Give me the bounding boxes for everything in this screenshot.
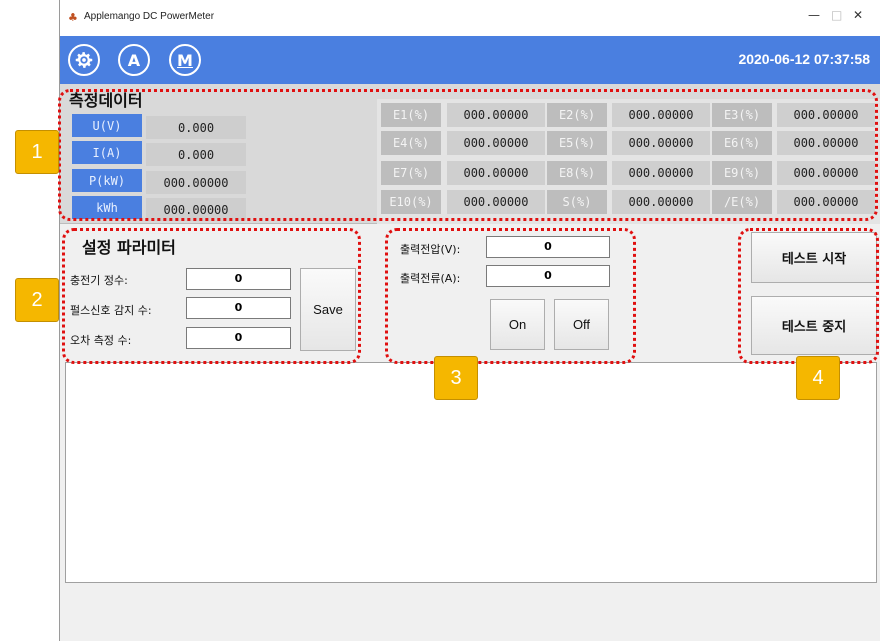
charger-constant-label: 충전기 정수: [70, 274, 128, 287]
annotation-badge-3: 3 [434, 356, 478, 400]
off-button[interactable]: Off [554, 299, 609, 350]
test-start-button[interactable]: 테스트 시작 [751, 232, 877, 283]
output-voltage-label: 출력전압(V): [400, 243, 461, 256]
error-label: E6(%) [712, 131, 772, 155]
error-value: 000.00000 [447, 190, 545, 214]
error-label: E10(%) [381, 190, 441, 214]
error-value: 000.00000 [612, 131, 710, 155]
error-value: 000.00000 [777, 103, 875, 127]
annotation-badge-2: 2 [15, 278, 59, 322]
toolbar: A M 2020-06-12 07:37:58 [60, 36, 880, 84]
measurement-panel: 측정데이터 U(V) 0.000 I(A) 0.000 P(kW) 000.00… [60, 84, 880, 224]
error-count-input[interactable]: 0 [186, 327, 291, 349]
error-label: E2(%) [547, 103, 607, 127]
window-title: Applemango DC PowerMeter [84, 11, 215, 22]
title-bar: ♣ Applemango DC PowerMeter — □ ✕ [60, 0, 880, 36]
error-label: /E(%) [712, 190, 772, 214]
datetime-display: 2020-06-12 07:37:58 [738, 51, 870, 67]
output-current-input[interactable]: 0 [486, 265, 610, 287]
error-value: 000.00000 [612, 103, 710, 127]
test-stop-button[interactable]: 테스트 중지 [751, 296, 877, 355]
current-label: I(A) [72, 141, 142, 164]
save-button[interactable]: Save [300, 268, 356, 351]
energy-label: kWh [72, 196, 142, 219]
gear-icon[interactable] [68, 44, 100, 76]
apple-icon: ♣ [68, 11, 78, 24]
error-value: 000.00000 [777, 190, 875, 214]
measurement-title: 측정데이터 [69, 91, 143, 110]
energy-value: 000.00000 [146, 198, 246, 221]
app-window: ♣ Applemango DC PowerMeter — □ ✕ A M 202… [59, 0, 880, 641]
manual-mode-icon[interactable]: M [169, 44, 201, 76]
error-value: 000.00000 [777, 161, 875, 185]
close-button[interactable]: ✕ [853, 8, 863, 22]
annotation-badge-1: 1 [15, 130, 59, 174]
error-label: E7(%) [381, 161, 441, 185]
error-value: 000.00000 [447, 131, 545, 155]
error-label: E5(%) [547, 131, 607, 155]
error-label: E4(%) [381, 131, 441, 155]
output-current-label: 출력전류(A): [400, 272, 461, 285]
voltage-label: U(V) [72, 114, 142, 137]
error-value: 000.00000 [612, 190, 710, 214]
error-label: E9(%) [712, 161, 772, 185]
pulse-count-input[interactable]: 0 [186, 297, 291, 319]
error-label: S(%) [547, 190, 607, 214]
error-label: E1(%) [381, 103, 441, 127]
error-value: 000.00000 [447, 161, 545, 185]
error-value: 000.00000 [447, 103, 545, 127]
error-label: E8(%) [547, 161, 607, 185]
error-value: 000.00000 [777, 131, 875, 155]
settings-title: 설정 파라미터 [82, 238, 176, 257]
annotation-badge-4: 4 [796, 356, 840, 400]
maximize-button[interactable]: □ [831, 8, 842, 22]
pulse-count-label: 펄스신호 감지 수: [70, 304, 152, 317]
error-grid: E1(%) 000.00000 E2(%) 000.00000 E3(%) 00… [377, 99, 880, 224]
on-button[interactable]: On [490, 299, 545, 350]
minimize-button[interactable]: — [808, 8, 820, 22]
charger-constant-input[interactable]: 0 [186, 268, 291, 290]
error-value: 000.00000 [612, 161, 710, 185]
power-value: 000.00000 [146, 171, 246, 194]
error-count-label: 오차 측정 수: [70, 334, 132, 347]
output-voltage-input[interactable]: 0 [486, 236, 610, 258]
voltage-value: 0.000 [146, 116, 246, 139]
power-label: P(kW) [72, 169, 142, 192]
current-value: 0.000 [146, 143, 246, 166]
error-label: E3(%) [712, 103, 772, 127]
auto-mode-icon[interactable]: A [118, 44, 150, 76]
